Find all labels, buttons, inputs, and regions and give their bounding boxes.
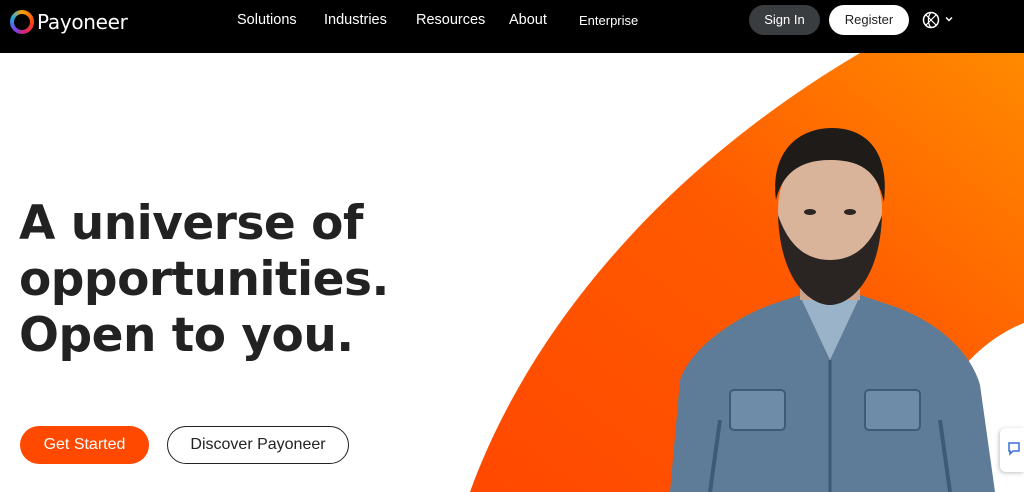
payoneer-logo[interactable]: Payoneer <box>10 9 128 35</box>
chevron-down-icon[interactable] <box>944 14 954 24</box>
headline-line-1: A universe of <box>19 196 363 251</box>
nav-link-about[interactable]: About <box>509 11 547 29</box>
logo-ring-icon <box>10 10 34 34</box>
top-navigation: Payoneer Solutions Industries Resources … <box>0 0 1024 53</box>
nav-link-enterprise[interactable]: Enterprise <box>579 12 638 30</box>
nav-link-industries[interactable]: Industries <box>324 11 387 29</box>
hero-person-image <box>670 128 995 492</box>
headline-line-3: Open to you. <box>19 308 354 363</box>
headline-line-2: opportunities. <box>19 252 389 307</box>
hero-headline: A universe of opportunities. Open to you… <box>19 196 439 364</box>
discover-payoneer-button[interactable]: Discover Payoneer <box>167 426 349 464</box>
register-button[interactable]: Register <box>829 5 909 35</box>
nav-link-solutions[interactable]: Solutions <box>237 11 297 29</box>
globe-icon[interactable] <box>922 11 940 29</box>
sign-in-button[interactable]: Sign In <box>749 5 820 35</box>
chat-widget-tab[interactable] <box>1000 428 1024 472</box>
nav-link-resources[interactable]: Resources <box>416 11 485 29</box>
get-started-button[interactable]: Get Started <box>20 426 149 464</box>
chat-icon <box>1008 442 1020 456</box>
logo-text: Payoneer <box>37 10 128 34</box>
